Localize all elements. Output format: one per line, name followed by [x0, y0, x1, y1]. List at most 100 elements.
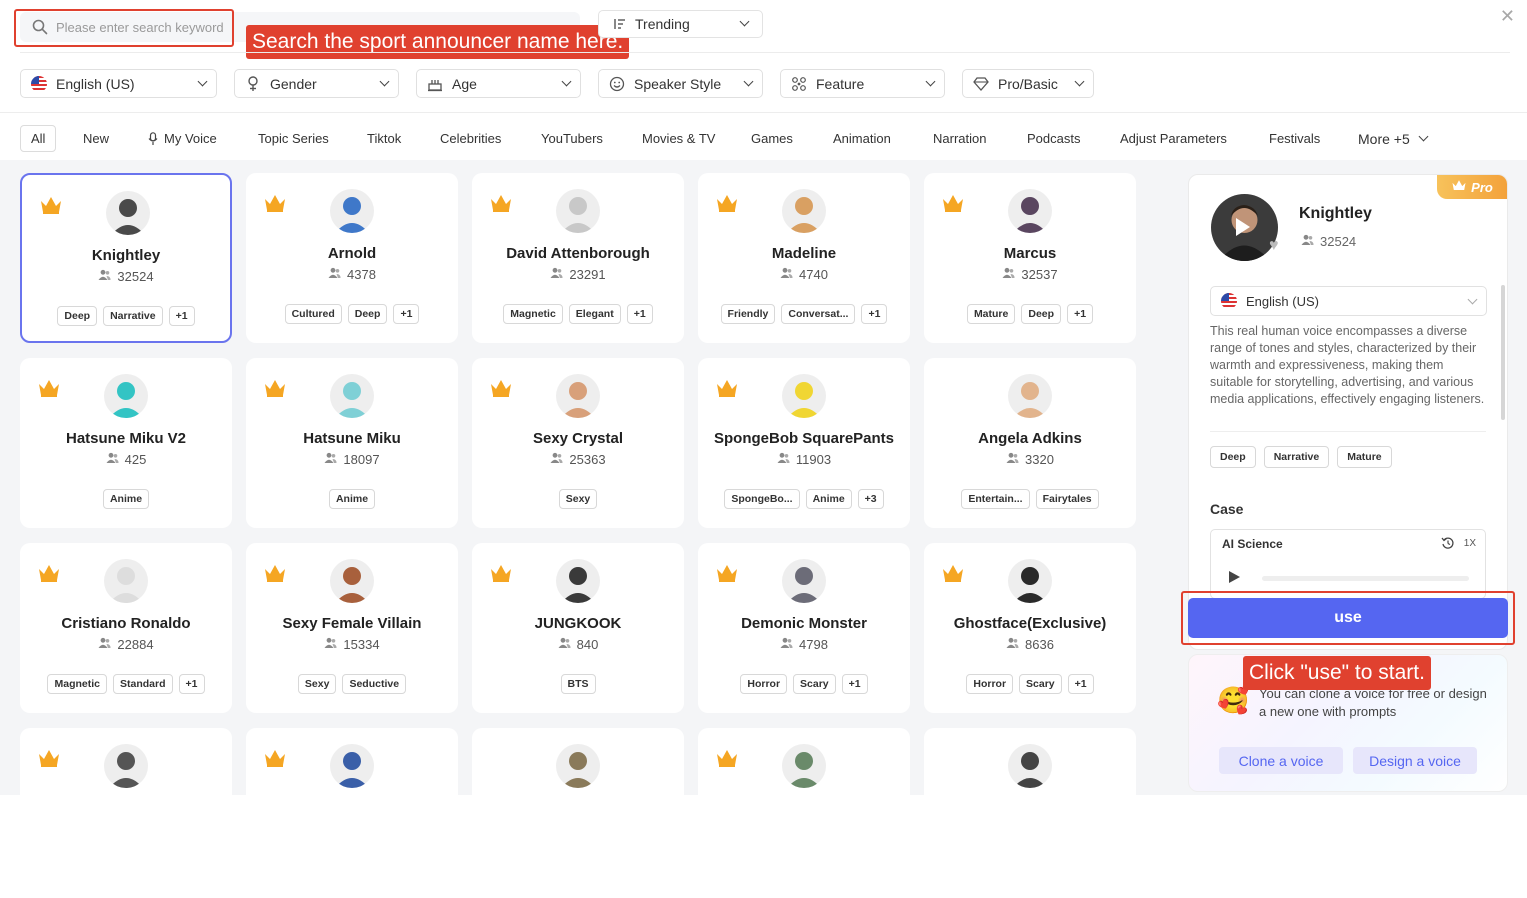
- filter-label: Gender: [270, 75, 317, 92]
- design-voice-button[interactable]: Design a voice: [1353, 747, 1477, 774]
- divider: [20, 52, 1510, 53]
- voice-card[interactable]: Knightley 32524 Deep Narrative +1: [20, 173, 232, 343]
- tab-label: My Voice: [164, 131, 217, 146]
- cake-icon: [427, 76, 443, 92]
- tab-youtubers[interactable]: YouTubers: [541, 125, 603, 152]
- count-value: 18097: [343, 452, 380, 467]
- voice-card[interactable]: David Attenborough 23291 Magnetic Elegant +1: [472, 173, 684, 343]
- tag-list: Magnetic Standard +1: [20, 674, 232, 694]
- chevron-down-icon: [925, 76, 936, 87]
- tag-list: Anime: [246, 489, 458, 509]
- voice-card[interactable]: Cristiano Ronaldo 22884 Magnetic Standard +1: [20, 543, 232, 713]
- voice-name: Ghostface(Exclusive): [953, 615, 1107, 632]
- tab-my-voice[interactable]: My Voice: [148, 125, 217, 152]
- replay-icon[interactable]: [1441, 536, 1455, 555]
- tab-festivals[interactable]: Festivals: [1269, 125, 1320, 152]
- voice-card[interactable]: Hatsune Miku 18097 Anime: [246, 358, 458, 528]
- voice-card[interactable]: Arnold 4378 Cultured Deep +1: [246, 173, 458, 343]
- crown-icon: [489, 378, 513, 398]
- filter-feature[interactable]: Feature: [780, 69, 945, 98]
- voice-card[interactable]: Demonic Monster 4798 Horror Scary +1: [698, 543, 910, 713]
- avatar: [330, 559, 374, 603]
- voice-card[interactable]: Marcus 32537 Mature Deep +1: [924, 173, 1136, 343]
- usage-count: 840: [472, 637, 684, 652]
- voice-card[interactable]: Hatsune Miku V2 425 Anime: [20, 358, 232, 528]
- tab-topic-series[interactable]: Topic Series: [258, 125, 329, 152]
- tag: +1: [168, 306, 195, 326]
- users-icon: [1006, 452, 1019, 467]
- avatar: [104, 374, 148, 418]
- tag: +1: [841, 674, 868, 694]
- sort-dropdown[interactable]: Trending: [598, 10, 763, 38]
- tab-label: More +5: [1358, 130, 1410, 147]
- tag: +1: [393, 304, 420, 324]
- tab-games[interactable]: Games: [751, 125, 793, 152]
- voice-card[interactable]: Angela Adkins 3320 Entertain... Fairytales: [924, 358, 1136, 528]
- tag: Scary: [1019, 674, 1062, 694]
- tab-label: Animation: [833, 131, 891, 146]
- voice-card[interactable]: JUNGKOOK 840 BTS: [472, 543, 684, 713]
- usage-count: 15334: [246, 637, 458, 652]
- tab-all[interactable]: All: [20, 125, 57, 152]
- crown-icon: [37, 563, 61, 583]
- voice-card[interactable]: Madeline 4740 Friendly Conversat... +1: [698, 173, 910, 343]
- voice-card[interactable]: [924, 728, 1136, 898]
- voice-card[interactable]: [698, 728, 910, 898]
- play-icon[interactable]: [1230, 215, 1254, 244]
- voice-name: Demonic Monster: [741, 615, 867, 632]
- filter-language[interactable]: English (US): [20, 69, 217, 98]
- avatar: [330, 189, 374, 233]
- progress-bar[interactable]: [1262, 576, 1469, 581]
- voice-card[interactable]: Sexy Crystal 25363 Sexy: [472, 358, 684, 528]
- tag: +3: [857, 489, 884, 509]
- tab-adjust-parameters[interactable]: Adjust Parameters: [1120, 125, 1227, 152]
- tag: Sexy: [558, 489, 598, 509]
- tag: Magnetic: [503, 304, 563, 324]
- voice-card[interactable]: [472, 728, 684, 898]
- tab-movies-tv[interactable]: Movies & TV: [642, 125, 715, 152]
- filter-label: Pro/Basic: [998, 75, 1058, 92]
- avatar: [106, 191, 150, 235]
- users-icon: [558, 637, 571, 652]
- avatar: [330, 744, 374, 788]
- count-value: 25363: [569, 452, 606, 467]
- tab-label: Celebrities: [440, 131, 502, 146]
- filter-age[interactable]: Age: [416, 69, 581, 98]
- tab-more[interactable]: More +5: [1358, 125, 1429, 152]
- voice-name: Arnold: [327, 245, 377, 262]
- tag: Deep: [347, 304, 388, 324]
- voice-card[interactable]: Ghostface(Exclusive) 8636 Horror Scary +1: [924, 543, 1136, 713]
- filter-pro-basic[interactable]: Pro/Basic: [962, 69, 1094, 98]
- users-icon: [1006, 637, 1019, 652]
- avatar: [330, 374, 374, 418]
- voice-card[interactable]: Sexy Female Villain 15334 Sexy Seductive: [246, 543, 458, 713]
- users-icon: [328, 267, 341, 282]
- voice-card[interactable]: [20, 728, 232, 898]
- voice-name: David Attenborough: [506, 245, 650, 262]
- voice-name: Madeline: [771, 245, 837, 262]
- tab-celebrities[interactable]: Celebrities: [440, 125, 501, 152]
- tab-podcasts[interactable]: Podcasts: [1027, 125, 1080, 152]
- tag-list: Sexy: [472, 489, 684, 509]
- tab-narration[interactable]: Narration: [933, 125, 986, 152]
- filter-speaker-style[interactable]: Speaker Style: [598, 69, 763, 98]
- tag: Deep: [1021, 304, 1062, 324]
- tab-tiktok[interactable]: Tiktok: [367, 125, 401, 152]
- speed-toggle[interactable]: 1X: [1464, 538, 1476, 549]
- scrollbar[interactable]: [1501, 285, 1505, 420]
- play-icon[interactable]: [1227, 570, 1241, 589]
- clone-voice-button[interactable]: Clone a voice: [1219, 747, 1343, 774]
- chevron-down-icon: [739, 16, 750, 27]
- filter-gender[interactable]: Gender: [234, 69, 399, 98]
- tag: +1: [626, 304, 653, 324]
- tag: Entertain...: [961, 489, 1030, 509]
- tab-animation[interactable]: Animation: [833, 125, 891, 152]
- close-icon[interactable]: ✕: [1500, 6, 1515, 27]
- tab-new[interactable]: New: [83, 125, 109, 152]
- heart-icon[interactable]: ♥: [1269, 237, 1279, 255]
- voice-name: Sexy Crystal: [532, 430, 624, 447]
- voice-card[interactable]: SpongeBob SquarePants 11903 SpongeBo... Ani…: [698, 358, 910, 528]
- tag: Anime: [102, 489, 150, 509]
- voice-card[interactable]: [246, 728, 458, 898]
- detail-language-select[interactable]: English (US): [1210, 286, 1487, 316]
